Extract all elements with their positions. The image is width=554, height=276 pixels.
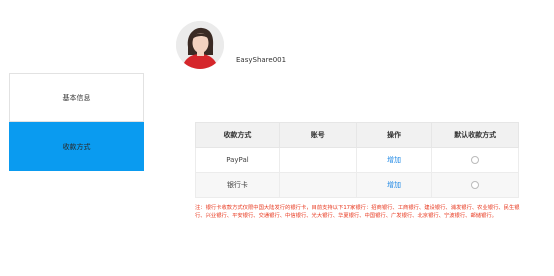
default-cell [431,172,519,198]
bank-support-note: 注：银行卡收款方式仅限中国大陆发行的银行卡，目前支持以下17家银行：招商银行、工… [195,205,520,220]
table-row: 银行卡 增加 [195,172,519,198]
action-cell: 增加 [355,172,433,198]
column-header-account: 账号 [278,122,357,148]
column-header-default: 默认收款方式 [431,122,519,148]
sidebar-item-label: 收款方式 [62,142,91,151]
sidebar-item-label: 基本信息 [62,93,91,102]
avatar-image [176,21,224,69]
default-cell [431,147,519,173]
payment-methods-table: 收款方式 账号 操作 默认收款方式 PayPal 增加 银行卡 增加 [195,122,519,198]
column-header-action: 操作 [355,122,433,148]
method-cell: PayPal [195,147,280,173]
method-cell: 银行卡 [195,172,280,198]
action-cell: 增加 [355,147,433,173]
default-radio[interactable] [471,181,480,189]
column-header-method: 收款方式 [195,122,280,148]
avatar [176,21,224,69]
add-paypal-link[interactable]: 增加 [387,156,401,164]
table-row: PayPal 增加 [195,147,519,173]
sidebar-item-basic-info[interactable]: 基本信息 [9,73,144,122]
default-radio[interactable] [471,156,480,164]
add-bank-card-link[interactable]: 增加 [387,181,401,189]
sidebar-item-payment-methods[interactable]: 收款方式 [9,122,144,171]
username: EasyShare001 [236,56,287,64]
account-cell [278,172,357,198]
account-cell [278,147,357,173]
table-header-row: 收款方式 账号 操作 默认收款方式 [195,122,519,148]
